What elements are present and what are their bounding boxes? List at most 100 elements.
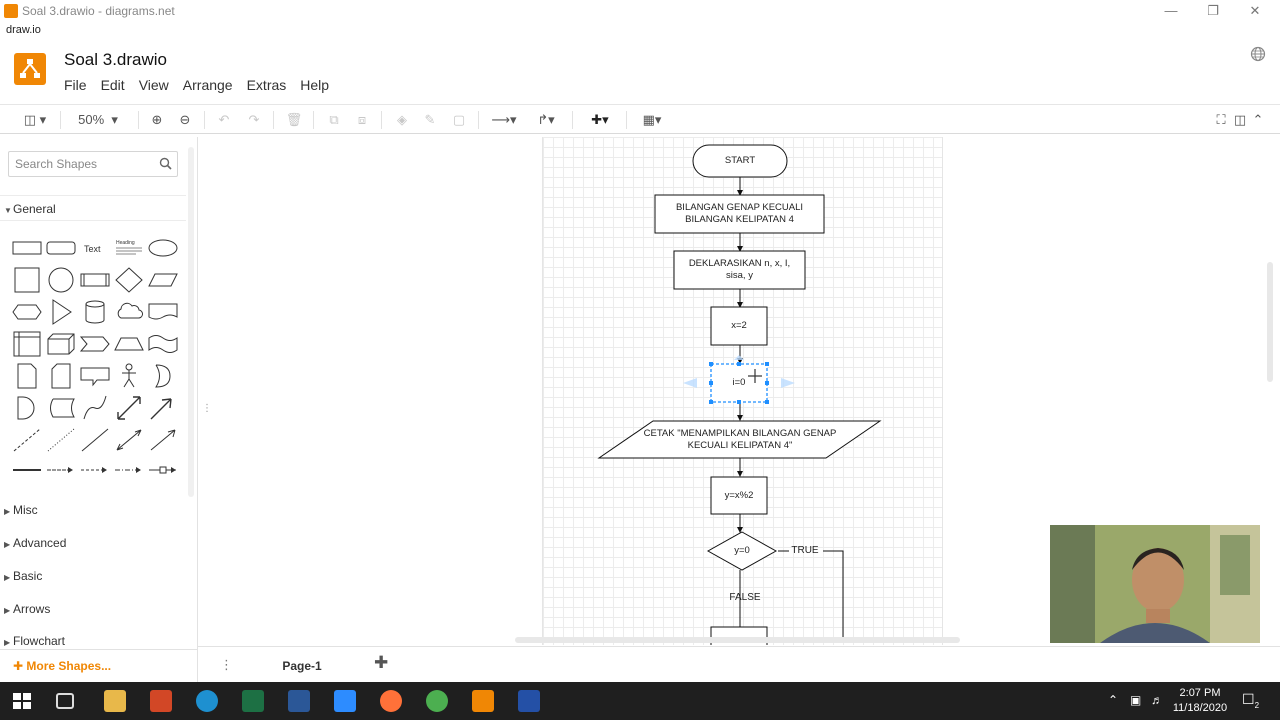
add-page-icon[interactable]: ✚ <box>374 653 388 673</box>
node-start-label[interactable]: START <box>693 145 787 177</box>
category-basic[interactable]: ▶ Basic <box>0 563 186 589</box>
shape-callout[interactable] <box>78 361 112 391</box>
devcpp-icon[interactable] <box>518 690 540 712</box>
shape-dotted-line[interactable] <box>44 425 78 455</box>
shape-directional-connector[interactable] <box>146 425 180 455</box>
fill-color-icon[interactable]: ◈ <box>392 111 412 129</box>
node-declare-label[interactable]: DEKLARASIKAN n, x, I, sisa, y <box>678 251 801 289</box>
pages-menu-icon[interactable]: ⋮ <box>220 657 233 673</box>
redo-icon[interactable]: ↷ <box>244 111 264 129</box>
shape-text[interactable]: Text <box>78 233 112 263</box>
excel-icon[interactable] <box>242 690 264 712</box>
document-title[interactable]: Soal 3.drawio <box>64 50 167 70</box>
network-icon[interactable]: ▣ <box>1130 693 1141 707</box>
system-clock[interactable]: 2:07 PM 11/18/2020 <box>1172 686 1228 716</box>
notification-center-icon[interactable]: ☐2 <box>1242 691 1259 710</box>
menu-file[interactable]: File <box>64 77 87 93</box>
powerpoint-icon[interactable] <box>150 690 172 712</box>
shadow-icon[interactable]: ▢ <box>449 111 469 129</box>
menu-edit[interactable]: Edit <box>101 77 125 93</box>
line-color-icon[interactable]: ✎ <box>420 111 440 129</box>
word-icon[interactable] <box>288 690 310 712</box>
canvas-vertical-scrollbar[interactable] <box>1267 262 1273 382</box>
shape-cloud[interactable] <box>112 297 146 327</box>
zoom-in-icon[interactable]: ⊕ <box>147 111 167 129</box>
edge-browser-icon[interactable] <box>196 690 218 712</box>
format-panel-icon[interactable]: ◫ <box>1232 111 1248 129</box>
table-icon[interactable]: ▦▾ <box>636 111 668 129</box>
shape-step[interactable] <box>78 329 112 359</box>
delete-icon[interactable]: 🗑 <box>284 111 304 129</box>
shape-bidirectional-arrow[interactable] <box>112 393 146 423</box>
shape-dashed-arrow[interactable] <box>78 455 112 485</box>
sidebar-scrollbar[interactable] <box>188 147 194 497</box>
file-explorer-icon[interactable] <box>104 690 126 712</box>
shape-triangle[interactable] <box>44 297 78 327</box>
false-label[interactable]: FALSE <box>723 589 767 607</box>
node-print-label[interactable]: CETAK "MENAMPILKAN BILANGAN GENAP KECUAL… <box>643 421 837 458</box>
language-globe-icon[interactable] <box>1250 46 1266 62</box>
shape-process[interactable] <box>78 265 112 295</box>
shape-document[interactable] <box>146 297 180 327</box>
restore-button[interactable]: ❐ <box>1198 2 1228 20</box>
node-assign-i-label[interactable]: i=0 <box>711 364 767 402</box>
fullscreen-icon[interactable]: ⛶ <box>1212 111 1230 129</box>
node-assign-x-label[interactable]: x=2 <box>711 307 767 345</box>
firefox-icon[interactable] <box>380 690 402 712</box>
collapse-icon[interactable]: ⌃ <box>1250 111 1266 129</box>
shape-square[interactable] <box>10 265 44 295</box>
shape-rectangle[interactable] <box>10 233 44 263</box>
volume-icon[interactable]: ♬ <box>1151 693 1163 707</box>
shape-or[interactable] <box>146 361 180 391</box>
to-back-icon[interactable]: ⧈ <box>352 111 372 129</box>
shape-dash-dot-arrow[interactable] <box>112 455 146 485</box>
shape-textbox[interactable]: Heading <box>112 233 146 263</box>
shape-parallelogram[interactable] <box>146 265 180 295</box>
shape-diamond[interactable] <box>112 265 146 295</box>
tray-overflow-icon[interactable]: ⌃ <box>1108 693 1118 707</box>
shape-trapezoid[interactable] <box>112 329 146 359</box>
category-general[interactable]: ▼General <box>0 195 186 221</box>
tab-page-1[interactable]: Page-1 <box>242 647 362 683</box>
zoom-dropdown[interactable]: 50% ▾ <box>70 111 126 129</box>
shape-internal-storage[interactable] <box>10 329 44 359</box>
more-shapes-button[interactable]: ✚ More Shapes... <box>0 649 198 682</box>
shape-cube[interactable] <box>44 329 78 359</box>
close-button[interactable]: ✕ <box>1240 2 1270 20</box>
node-calc-y-label[interactable]: y=x%2 <box>711 477 767 514</box>
shape-hexagon[interactable] <box>10 297 44 327</box>
category-arrows[interactable]: ▶ Arrows <box>0 596 186 622</box>
shape-and[interactable] <box>10 393 44 423</box>
shape-tape[interactable] <box>146 329 180 359</box>
canvas-horizontal-scrollbar[interactable] <box>515 637 960 643</box>
format-panel-toggle-icon[interactable]: ◫ ▾ <box>18 111 52 129</box>
sidebar-splitter-handle[interactable]: ⋮ <box>202 403 212 417</box>
search-shapes-input[interactable] <box>15 156 155 172</box>
category-advanced[interactable]: ▶ Advanced <box>0 530 186 556</box>
undo-icon[interactable]: ↶ <box>214 111 234 129</box>
waypoints-icon[interactable]: ↱▾ <box>530 111 562 129</box>
zoom-app-icon[interactable] <box>334 690 356 712</box>
task-view-icon[interactable] <box>56 693 74 709</box>
shape-rounded-rectangle[interactable] <box>44 233 78 263</box>
shape-bidirectional-connector[interactable] <box>112 425 146 455</box>
connection-style-icon[interactable]: ⟶▾ <box>488 111 520 129</box>
shape-link-arrow[interactable] <box>44 455 78 485</box>
menu-extras[interactable]: Extras <box>247 77 287 93</box>
chrome-icon[interactable] <box>426 690 448 712</box>
node-title-label[interactable]: BILANGAN GENAP KECUALI BILANGAN KELIPATA… <box>659 195 820 233</box>
shape-curve[interactable] <box>78 393 112 423</box>
windows-start-icon[interactable] <box>11 690 33 712</box>
menu-help[interactable]: Help <box>300 77 329 93</box>
shape-block-arrow[interactable] <box>146 455 180 485</box>
search-icon[interactable] <box>159 157 172 170</box>
shape-arrow[interactable] <box>146 393 180 423</box>
shape-data-storage[interactable] <box>44 393 78 423</box>
shape-card[interactable] <box>44 361 78 391</box>
category-misc[interactable]: ▶ Misc <box>0 497 186 523</box>
shape-ellipse[interactable] <box>146 233 180 263</box>
insert-plus-icon[interactable]: ✚▾ <box>584 111 616 129</box>
shape-line[interactable] <box>78 425 112 455</box>
minimize-button[interactable]: — <box>1156 2 1186 20</box>
to-front-icon[interactable]: ⧉ <box>324 111 344 129</box>
